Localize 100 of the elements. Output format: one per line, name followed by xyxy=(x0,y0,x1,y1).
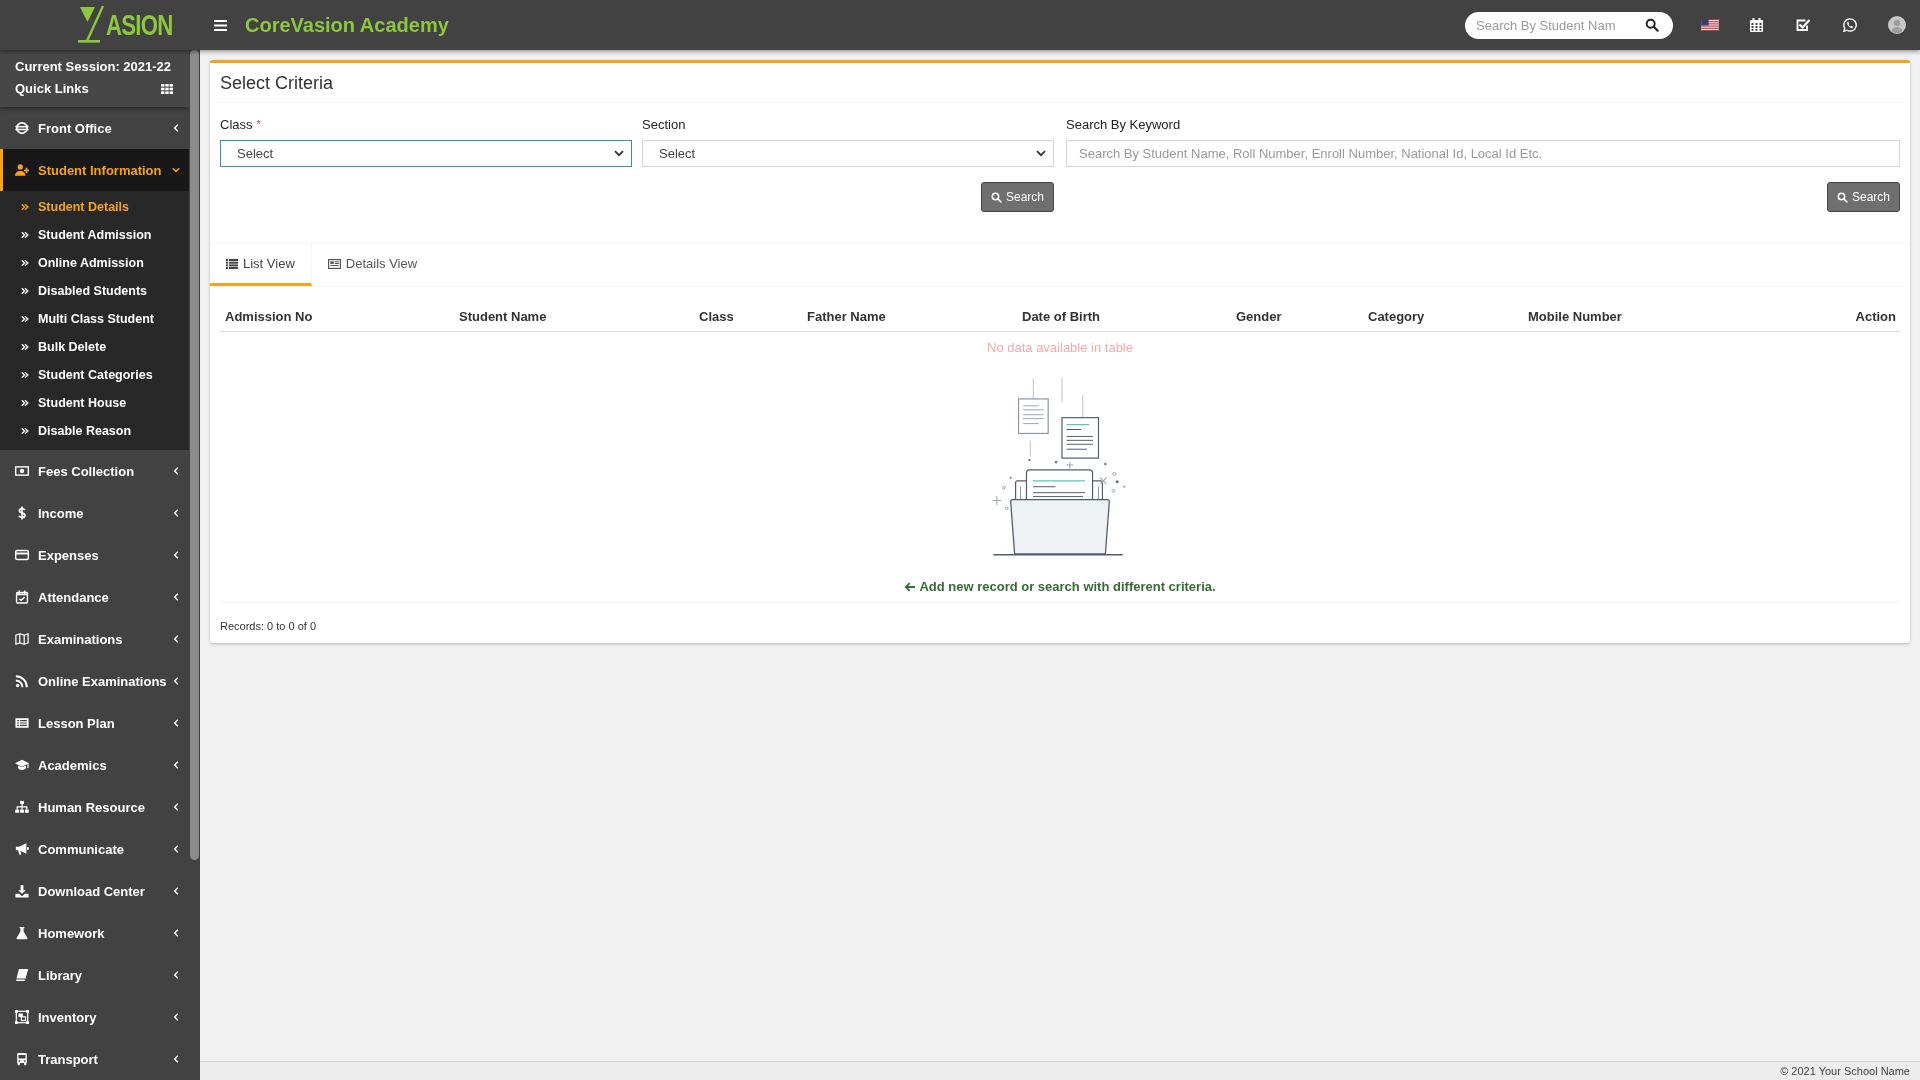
grid-icon[interactable] xyxy=(161,84,173,94)
required-mark: * xyxy=(256,118,261,130)
list-card-icon xyxy=(15,716,29,730)
sidebar-item[interactable]: Download Center xyxy=(0,870,189,912)
logo-text: ASION xyxy=(106,10,173,40)
double-chevron-icon xyxy=(21,427,29,435)
sidebar-item[interactable]: Transport xyxy=(0,1038,189,1080)
map-icon xyxy=(15,632,29,646)
sidebar-item[interactable]: Expenses xyxy=(0,534,189,576)
object-group-icon xyxy=(15,1010,29,1024)
empty-message: No data available in table xyxy=(987,340,1133,356)
user-plus-icon xyxy=(15,163,29,177)
session-label: Current Session: 2021-22 xyxy=(15,59,173,75)
search-button[interactable]: Search xyxy=(1826,182,1900,212)
megaphone-icon xyxy=(15,842,29,856)
column-header: Class xyxy=(698,309,735,323)
submenu-item[interactable]: Multi Class Student xyxy=(0,305,189,333)
double-chevron-icon xyxy=(21,203,29,211)
sidebar-item[interactable]: Student Information xyxy=(0,149,189,191)
card-list-icon xyxy=(327,258,341,269)
submenu-item[interactable]: Disabled Students xyxy=(0,277,189,305)
chevron-down-icon xyxy=(1036,150,1046,157)
tab[interactable]: List View xyxy=(210,244,312,286)
double-chevron-icon xyxy=(21,371,29,379)
column-header: Admission No xyxy=(224,309,314,323)
calendar-check-icon xyxy=(15,590,29,604)
chevron-down-icon xyxy=(614,150,624,157)
column-header: Gender xyxy=(1235,309,1283,323)
sidebar-item[interactable]: Income xyxy=(0,492,189,534)
dropdown[interactable]: Select xyxy=(220,140,632,167)
sidebar-item[interactable]: Inventory xyxy=(0,996,189,1038)
column-header: Mobile Number xyxy=(1527,309,1623,323)
quick-links-link[interactable]: Quick Links xyxy=(15,81,89,97)
app-title: CoreVasion Academy xyxy=(245,15,449,35)
column-header: Date of Birth xyxy=(1021,309,1101,323)
scrollbar-thumb[interactable] xyxy=(190,50,199,860)
dropdown[interactable]: Select xyxy=(642,140,1054,167)
sidebar-item[interactable]: Examinations xyxy=(0,618,189,660)
column-header: Student Name xyxy=(458,309,548,323)
double-chevron-icon xyxy=(21,315,29,323)
field-label: Class xyxy=(220,117,253,131)
header-search-button[interactable] xyxy=(1641,11,1673,39)
graduation-cap-icon xyxy=(15,758,29,772)
dollar-icon xyxy=(15,506,29,520)
ring-icon xyxy=(15,121,29,135)
logo-mark-icon xyxy=(78,5,106,45)
submenu-item[interactable]: Disable Reason xyxy=(0,417,189,445)
search-icon xyxy=(990,191,1002,203)
search-icon xyxy=(1836,191,1848,203)
records-count: Records: 0 to 0 of 0 xyxy=(220,619,316,633)
column-header: Father Name xyxy=(806,309,887,323)
submenu-item[interactable]: Online Admission xyxy=(0,249,189,277)
field-label: Section xyxy=(642,117,686,131)
sidebar-item[interactable]: Front Office xyxy=(0,107,189,149)
sidebar-item[interactable]: Communicate xyxy=(0,828,189,870)
submenu-item[interactable]: Bulk Delete xyxy=(0,333,189,361)
sitemap-icon xyxy=(15,800,29,814)
search-icon xyxy=(1645,18,1659,32)
sidebar-item[interactable]: Homework xyxy=(0,912,189,954)
sidebar-item[interactable]: Academics xyxy=(0,744,189,786)
flask-icon xyxy=(15,926,29,940)
submenu-item[interactable]: Student Categories xyxy=(0,361,189,389)
sidebar-item[interactable]: Fees Collection xyxy=(0,450,189,492)
copyright-text: © 2021 Your School Name xyxy=(1780,1065,1910,1077)
empty-hint: Add new record or search with different criteria. xyxy=(919,579,1216,595)
feed-icon xyxy=(15,674,29,688)
keyword-search-field[interactable]: Search By Student Name, Roll Number, Enroll Number, National Id, Local Id Etc. xyxy=(1066,140,1900,167)
sidebar-item[interactable]: Lesson Plan xyxy=(0,702,189,744)
submenu-item[interactable]: Student Details xyxy=(0,193,189,221)
double-chevron-icon xyxy=(21,399,29,407)
double-chevron-icon xyxy=(21,231,29,239)
chat-phone-icon[interactable] xyxy=(1843,18,1857,32)
book-icon xyxy=(15,968,29,982)
avatar-icon[interactable] xyxy=(1888,16,1906,34)
field-label: Search By Keyword xyxy=(1066,117,1181,131)
credit-card-icon xyxy=(15,548,29,562)
calendar-icon[interactable] xyxy=(1750,18,1763,32)
submenu-item[interactable]: Student House xyxy=(0,389,189,417)
double-chevron-icon xyxy=(21,343,29,351)
menu-icon[interactable] xyxy=(214,19,227,31)
download-icon xyxy=(15,884,29,898)
list-icon xyxy=(226,258,238,269)
header-search-field[interactable]: Search By Student Nam xyxy=(1465,11,1641,39)
sidebar-item[interactable]: Library xyxy=(0,954,189,996)
tab[interactable]: Details View xyxy=(311,244,434,286)
double-chevron-icon xyxy=(21,287,29,295)
panel-title: Select Criteria xyxy=(220,73,334,92)
sidebar-item[interactable]: Attendance xyxy=(0,576,189,618)
banknote-icon xyxy=(15,464,29,478)
sidebar-item[interactable]: Online Examinations xyxy=(0,660,189,702)
column-header: Action xyxy=(1855,309,1897,323)
search-button[interactable]: Search xyxy=(980,182,1054,212)
check-square-icon[interactable] xyxy=(1796,18,1811,32)
double-chevron-icon xyxy=(21,259,29,267)
bus-icon xyxy=(15,1052,29,1066)
column-header: Category xyxy=(1367,309,1426,323)
arrow-left-icon xyxy=(904,582,916,592)
flag-icon[interactable] xyxy=(1701,19,1719,31)
submenu-item[interactable]: Student Admission xyxy=(0,221,189,249)
sidebar-item[interactable]: Human Resource xyxy=(0,786,189,828)
